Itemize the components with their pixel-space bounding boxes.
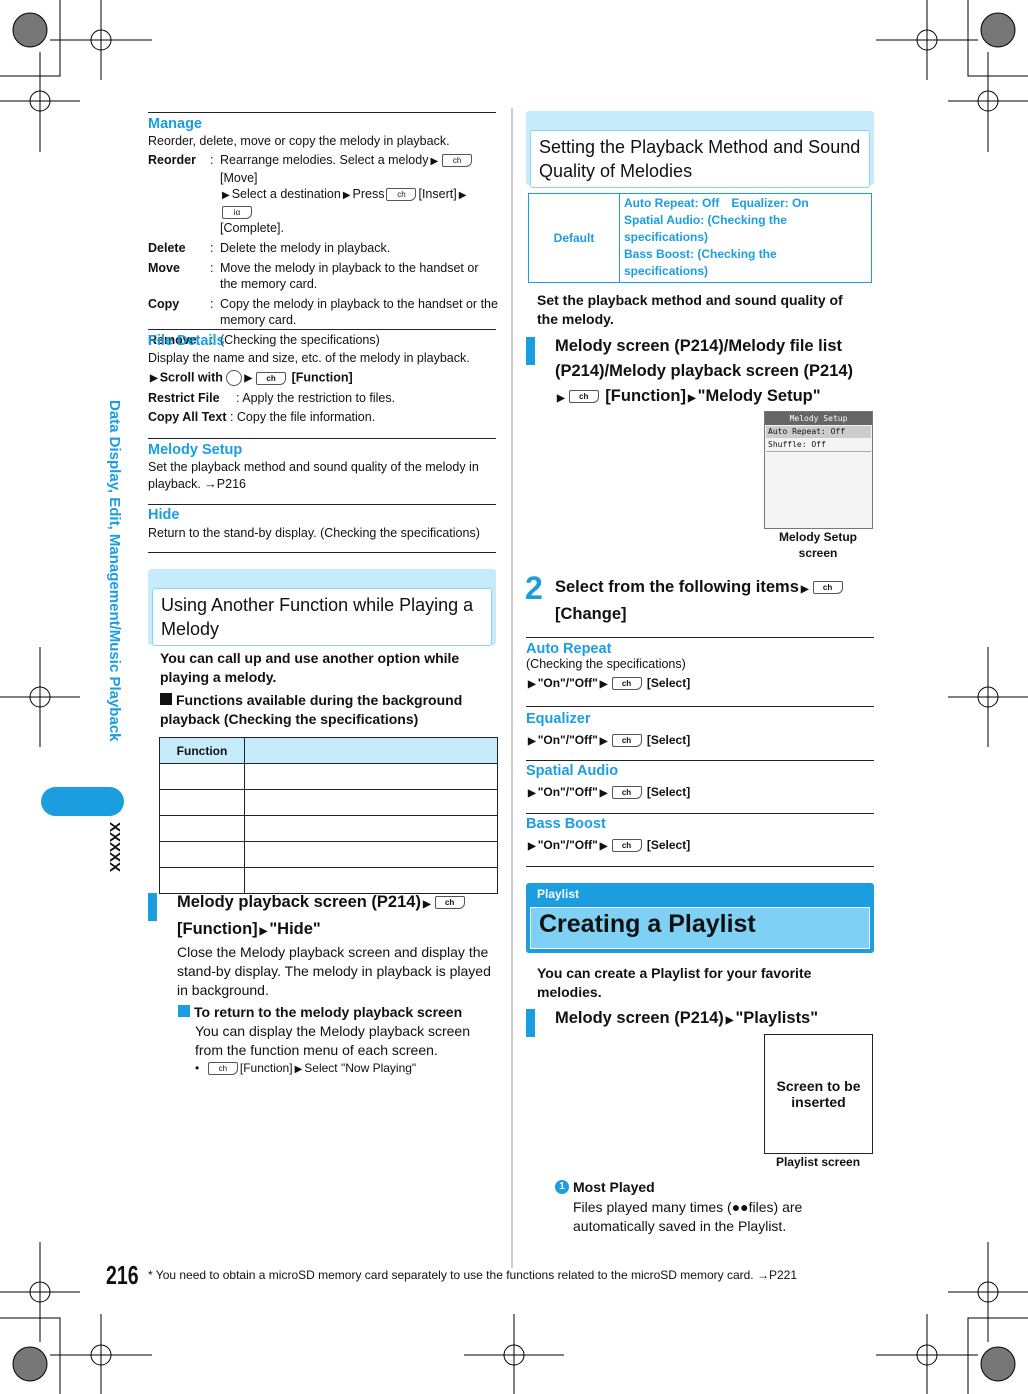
option-spatial-audio: Spatial Audio ▶ "On"/"Off" ▶ ch [Select]	[526, 763, 691, 800]
nav-key-icon	[226, 370, 243, 386]
number-badge: 1	[555, 1180, 569, 1194]
step-1-marker	[526, 1009, 535, 1037]
another-intro: You can call up and use another option w…	[160, 650, 460, 685]
manage-section: Manage Reorder, delete, move or copy the…	[148, 116, 498, 347]
file-details-section: File Details Display the name and size, …	[148, 333, 498, 424]
center-key-icon: ch	[386, 188, 417, 202]
copyall-desc: Copy the file information.	[236, 410, 376, 424]
most-played-desc: Files played many times (●●files) are au…	[573, 1199, 803, 1234]
restrict-term: Restrict File	[148, 391, 220, 405]
manage-heading: Manage	[148, 116, 202, 132]
center-key-icon: ch	[207, 1062, 238, 1076]
manage-desc: Reorder, delete, move or copy the melody…	[148, 134, 450, 148]
melody-setup-desc[interactable]: Set the playback method and sound qualit…	[148, 459, 493, 493]
default-label: Default	[528, 193, 620, 283]
option-bass-boost: Bass Boost ▶ "On"/"Off" ▶ ch [Select]	[526, 816, 691, 853]
playback-intro: Set the playback method and sound qualit…	[537, 292, 843, 327]
center-key-icon: ch	[611, 839, 642, 853]
hide-section: Hide Return to the stand-by display. (Ch…	[148, 507, 498, 540]
melody-setup-section: Melody Setup Set the playback method and…	[148, 442, 493, 493]
playlist-title: Creating a Playlist	[530, 907, 870, 949]
most-played-heading: Most Played	[573, 1179, 655, 1195]
center-key-icon: ch	[812, 581, 843, 595]
screen-caption: Melody Setup screen	[778, 530, 857, 560]
screen-placeholder: Screen to be inserted	[764, 1034, 873, 1154]
file-details-heading: File Details	[148, 333, 225, 349]
hide-heading: Hide	[148, 507, 180, 523]
step-1-marker	[148, 893, 157, 921]
center-key-icon: ch	[256, 371, 287, 385]
playlist-tab-label: Playlist	[537, 887, 580, 901]
default-table: Default Auto Repeat: Off Equalizer: On S…	[528, 193, 872, 283]
hide-step-1: Melody playback screen (P214) ▶ ch [Functio…	[177, 890, 497, 944]
move-term: Move	[148, 261, 180, 275]
playlist-banner: Playlist Creating a Playlist	[526, 883, 874, 953]
playlist-caption: Playlist screen	[775, 1155, 861, 1169]
file-details-scroll: ▶ Scroll with ▶ ch [Function]	[150, 370, 353, 386]
manual-page: Data Display, Edit, Management/Music Pla…	[0, 0, 1028, 1394]
melody-setup-screenshot: Melody Setup Auto Repeat: Off Shuffle: O…	[764, 411, 873, 529]
file-details-desc: Display the name and size, etc. of the m…	[148, 351, 470, 365]
function-col-header: Function	[159, 737, 245, 764]
default-value: Bass Boost: (Checking the specifications…	[624, 247, 777, 278]
return-bullet: • ch [Function] ▶ Select "Now Playing"	[195, 1061, 417, 1076]
center-key-icon: ch	[611, 786, 642, 800]
center-key-icon: ch	[611, 734, 642, 748]
reorder-desc: Rearrange melodies. Select a melody ▶ ch[M…	[220, 152, 498, 236]
copy-desc: Copy the melody in playback to the hands…	[220, 297, 498, 327]
functions-heading: Functions available during the backgroun…	[160, 692, 463, 727]
playlist-intro: You can create a Playlist for your favor…	[537, 965, 812, 1000]
chapter-tab[interactable]	[41, 787, 124, 816]
step-1-marker	[526, 337, 535, 365]
move-desc: Move the melody in playback to the hands…	[220, 261, 479, 291]
center-key-icon: ch	[434, 896, 465, 910]
option-equalizer: Equalizer ▶ "On"/"Off" ▶ ch [Select]	[526, 711, 691, 748]
center-key-icon: ch	[611, 677, 642, 691]
center-key-icon: ch	[442, 154, 473, 168]
copy-term: Copy	[148, 297, 180, 311]
screen-item[interactable]: Auto Repeat: Off	[766, 426, 871, 438]
section-title-playback: Setting the Playback Method and Sound Qu…	[530, 130, 870, 188]
screen-title: Melody Setup	[765, 412, 872, 425]
delete-term: Delete	[148, 241, 186, 255]
chapter-tag: XXXXX	[106, 822, 123, 873]
page-number: 216	[106, 1260, 139, 1290]
hide-step-desc: Close the Melody playback screen and dis…	[177, 944, 491, 998]
default-value: Spatial Audio: (Checking the specificati…	[624, 213, 787, 244]
playback-step-1: Melody screen (P214)/Melody file list (P…	[555, 337, 854, 405]
playlist-step-1: Melody screen (P214) ▶ "Playlists"	[555, 1009, 819, 1027]
screen-item[interactable]: Shuffle: Off	[766, 439, 871, 452]
reorder-term: Reorder	[148, 153, 196, 167]
option-auto-repeat: Auto Repeat (Checking the specifications…	[526, 641, 691, 691]
delete-desc: Delete the melody in playback.	[220, 241, 391, 255]
center-key-icon: ch	[568, 390, 599, 404]
playback-step-2: Select from the following items ▶ ch [Chang…	[555, 575, 870, 627]
i-key-icon: iα	[222, 206, 252, 220]
return-heading: To return to the melody playback screen	[178, 1004, 498, 1020]
restrict-desc: Apply the restriction to files.	[242, 391, 396, 405]
chapter-title: Data Display, Edit, Management/Music Pla…	[106, 400, 123, 742]
footnote: * You need to obtain a microSD memory ca…	[148, 1268, 797, 1282]
copyall-term: Copy All Text	[148, 410, 227, 424]
function-table: Function	[159, 737, 498, 894]
step-2-marker: 2	[525, 570, 543, 606]
return-desc: You can display the Melody playback scre…	[195, 1023, 470, 1058]
section-title-another: Using Another Function while Playing a M…	[152, 588, 492, 646]
default-value: Auto Repeat: Off Equalizer: On	[624, 196, 809, 210]
hide-desc: Return to the stand-by display. (Checkin…	[148, 526, 480, 540]
melody-setup-heading: Melody Setup	[148, 442, 243, 458]
